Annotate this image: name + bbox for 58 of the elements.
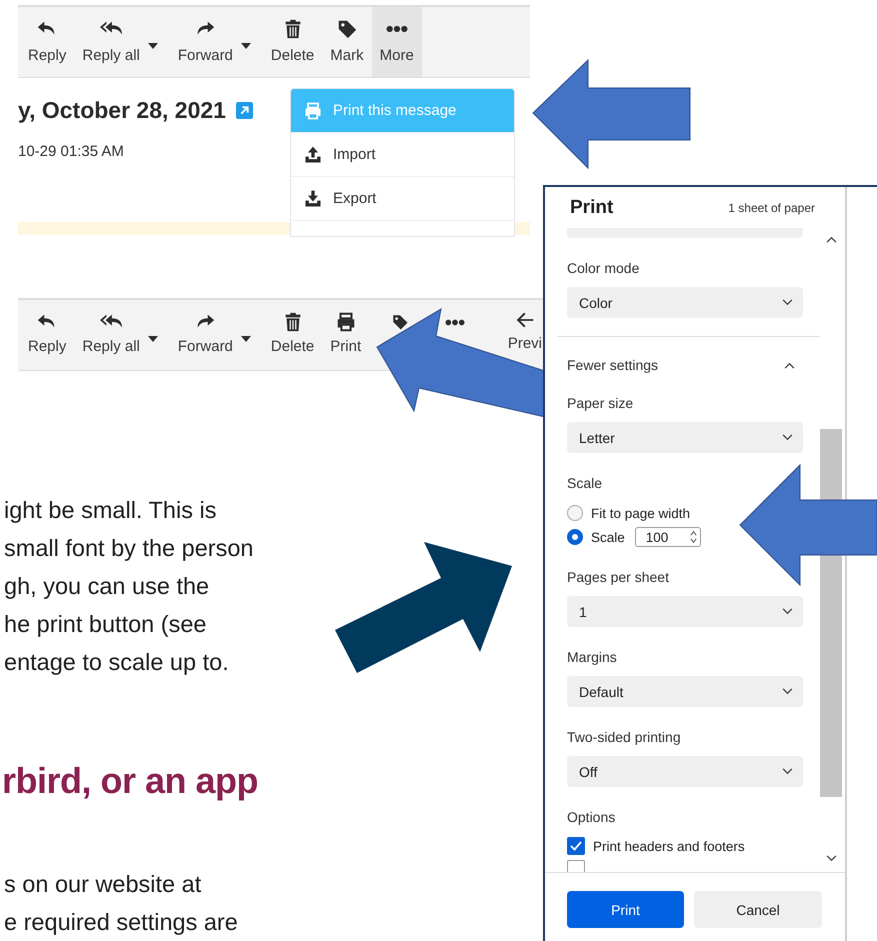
setting-label: Options: [567, 809, 616, 825]
timestamp: 10-29 01:35 AM: [18, 143, 124, 161]
paragraph: s on our website at e required settings are: [4, 870, 238, 937]
dropdown-field[interactable]: Color: [567, 287, 803, 318]
setting-label: Two-sided printing: [567, 729, 682, 745]
sheet-count: 1 sheet of paper: [728, 200, 815, 214]
toolbar-button[interactable]: Forward: [170, 300, 241, 370]
scale-input[interactable]: 100: [634, 527, 701, 547]
dropdown-field[interactable]: 1: [567, 596, 803, 627]
radio-label: Scale: [591, 530, 625, 544]
more-icon: [386, 25, 408, 33]
radio-button[interactable]: [567, 529, 583, 545]
chevron-down-icon: [782, 768, 793, 775]
chevron-up-icon: [826, 236, 836, 243]
chevron-down-icon: [826, 855, 836, 862]
toolbar-button[interactable]: Reply: [20, 7, 74, 77]
tag-icon: [391, 313, 410, 331]
download-icon: [303, 188, 323, 208]
spinner-icon: [688, 529, 698, 545]
chevron-down-icon: [782, 608, 793, 615]
toolbar-button[interactable]: Mark: [322, 7, 372, 77]
setting-label: Scale: [567, 475, 604, 491]
toolbar-button[interactable]: Forward: [170, 7, 241, 77]
checkbox[interactable]: [567, 837, 585, 855]
setting-label: Margins: [567, 649, 618, 665]
dropdown-field[interactable]: Off: [567, 756, 803, 787]
date-heading: y, October 28, 2021: [18, 96, 226, 124]
checkbox-label: Print headers and footers: [593, 838, 745, 854]
chevron-down-icon: [782, 688, 793, 695]
toolbar-button[interactable]: Previ: [508, 300, 543, 353]
paragraph: ight be small. This is small font by the person gh, you can use the he print button (see entage to scale up to.: [4, 496, 254, 677]
radio-button[interactable]: [567, 505, 583, 521]
section-heading: rbird, or an app: [2, 759, 258, 803]
chevron-down-icon: [782, 434, 793, 441]
settings-toggle[interactable]: Fewer settings: [567, 357, 803, 373]
upload-icon: [303, 144, 323, 164]
toolbar-button[interactable]: [391, 313, 410, 331]
print-button[interactable]: Print: [567, 891, 684, 928]
setting-label: Paper size: [567, 395, 634, 411]
setting-label: Color mode: [567, 260, 640, 276]
toolbar-button[interactable]: Reply: [20, 300, 74, 370]
more-icon: [445, 319, 466, 326]
radio-label: Fit to page width: [591, 506, 690, 520]
dialog-title: Print: [570, 196, 614, 218]
dropdown-field[interactable]: Default: [567, 676, 803, 707]
chevron-down-icon: [782, 299, 793, 306]
toolbar-button[interactable]: Reply all: [74, 7, 148, 77]
chevron-up-icon: [784, 362, 795, 368]
toolbar-button[interactable]: Delete: [262, 300, 322, 370]
external-link-icon: [236, 102, 253, 118]
toolbar-button[interactable]: Reply all: [74, 300, 148, 370]
dropdown-field[interactable]: Letter: [567, 422, 803, 453]
toolbar-button[interactable]: Delete: [262, 7, 322, 77]
setting-label: Pages per sheet: [567, 569, 670, 585]
toolbar-button[interactable]: Print: [322, 300, 370, 370]
printer-icon: [303, 100, 323, 120]
cancel-button[interactable]: Cancel: [694, 891, 822, 928]
toolbar-button[interactable]: More: [372, 7, 422, 77]
